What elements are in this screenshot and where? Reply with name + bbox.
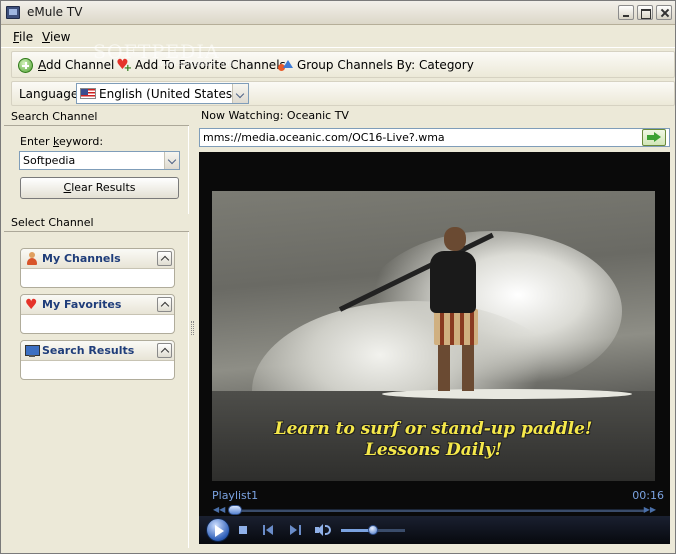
select-channel-header: Select Channel xyxy=(4,214,189,232)
minimize-button[interactable] xyxy=(618,5,634,20)
toolbar: Add Channel ♥ Add To Favorite Channels G… xyxy=(11,51,675,78)
search-results-title: Search Results xyxy=(42,344,135,357)
stop-icon[interactable] xyxy=(239,526,247,534)
collapse-my-favorites-button[interactable] xyxy=(157,297,172,312)
rewind-icon[interactable]: ◀◀ xyxy=(213,505,225,514)
now-watching-label: Now Watching: Oceanic TV xyxy=(201,109,349,122)
add-channel-button[interactable]: Add Channel xyxy=(18,57,114,73)
menu-file-label: ile xyxy=(19,30,34,44)
previous-icon[interactable] xyxy=(263,524,275,536)
my-favorites-group: ♥ My Favorites xyxy=(20,294,175,334)
surfer-body xyxy=(430,251,476,313)
chevron-down-icon[interactable] xyxy=(232,84,248,103)
monitor-icon xyxy=(25,344,40,358)
seek-handle[interactable] xyxy=(228,505,242,515)
heart-icon: ♥ xyxy=(25,297,38,313)
app-window: eMule TV File View Add Channel ♥ Add To … xyxy=(0,0,676,554)
keyword-combobox[interactable]: Softpedia xyxy=(19,151,180,170)
media-player: Learn to surf or stand-up paddle! Lesson… xyxy=(199,152,670,544)
keyword-value: Softpedia xyxy=(23,154,76,167)
paddle-board xyxy=(382,389,632,399)
search-channel-header: Search Channel xyxy=(4,108,189,126)
softpedia-watermark-url: www.softpedia.com xyxy=(157,59,236,68)
keyword-label-before: Enter xyxy=(20,135,54,148)
search-results-header[interactable]: Search Results xyxy=(21,341,174,361)
language-bar: Language English (United States) xyxy=(11,81,675,106)
language-label: Language xyxy=(19,87,79,101)
window-title: eMule TV xyxy=(27,5,83,19)
elapsed-time: 00:16 xyxy=(632,489,664,502)
title-bar[interactable]: eMule TV xyxy=(1,1,675,25)
surfer-head xyxy=(444,227,466,251)
group-channels-label: Group Channels By: Category xyxy=(297,58,474,72)
video-subtitle: Learn to surf or stand-up paddle! Lesson… xyxy=(212,419,655,461)
shapes-icon xyxy=(277,58,293,73)
panel-splitter[interactable] xyxy=(191,321,194,335)
go-arrow-icon[interactable] xyxy=(642,129,666,146)
us-flag-icon xyxy=(80,88,96,99)
menu-view-label: iew xyxy=(49,30,71,44)
collapse-my-channels-button[interactable] xyxy=(157,251,172,266)
menu-view[interactable]: View xyxy=(42,30,70,44)
maximize-button[interactable] xyxy=(637,5,653,20)
add-circle-icon xyxy=(18,57,33,73)
language-select[interactable]: English (United States) xyxy=(76,83,249,104)
play-icon[interactable] xyxy=(206,518,230,542)
menu-file[interactable]: File xyxy=(13,30,33,44)
my-favorites-header[interactable]: ♥ My Favorites xyxy=(21,295,174,315)
volume-handle[interactable] xyxy=(368,525,378,535)
subtitle-line-2: Lessons Daily! xyxy=(364,440,503,460)
person-icon xyxy=(25,252,39,266)
keyword-label: Enter keyword: xyxy=(20,135,103,148)
stream-url-value: mms://media.oceanic.com/OC16-Live?.wma xyxy=(203,131,445,144)
subtitle-line-1: Learn to surf or stand-up paddle! xyxy=(274,419,593,439)
fast-forward-icon[interactable]: ▶▶ xyxy=(644,505,656,514)
heart-plus-icon: ♥ xyxy=(115,57,132,76)
next-icon[interactable] xyxy=(289,524,301,536)
stream-url-field[interactable]: mms://media.oceanic.com/OC16-Live?.wma xyxy=(199,128,670,147)
chevron-down-icon[interactable] xyxy=(164,152,179,169)
language-value: English (United States) xyxy=(99,87,237,101)
my-favorites-title: My Favorites xyxy=(42,298,122,311)
my-channels-title: My Channels xyxy=(42,252,121,265)
surfer-shorts xyxy=(434,309,478,345)
collapse-search-results-button[interactable] xyxy=(157,343,172,358)
search-results-group: Search Results xyxy=(20,340,175,380)
player-controls xyxy=(199,516,670,544)
keyword-label-after: eyword: xyxy=(59,135,104,148)
close-button[interactable] xyxy=(656,5,672,20)
clear-results-label: lear Results xyxy=(71,181,136,194)
clear-results-button[interactable]: Clear Results xyxy=(20,177,179,199)
my-channels-group: My Channels xyxy=(20,248,175,288)
my-channels-header[interactable]: My Channels xyxy=(21,249,174,269)
add-channel-accel: A xyxy=(38,58,46,72)
left-panel: Search Channel Enter keyword: Softpedia … xyxy=(4,108,189,548)
seek-bar[interactable] xyxy=(236,509,644,512)
group-channels-button[interactable]: Group Channels By: Category xyxy=(277,57,474,73)
surfer-legs xyxy=(438,343,474,391)
app-icon xyxy=(6,6,20,19)
menu-view-accel: V xyxy=(42,30,50,44)
right-panel: Now Watching: Oceanic TV mms://media.oce… xyxy=(196,108,673,548)
add-channel-label: dd Channel xyxy=(46,58,115,72)
playlist-label[interactable]: Playlist1 xyxy=(212,489,258,502)
video-frame[interactable]: Learn to surf or stand-up paddle! Lesson… xyxy=(212,191,655,481)
menu-bar: File View xyxy=(1,26,675,48)
